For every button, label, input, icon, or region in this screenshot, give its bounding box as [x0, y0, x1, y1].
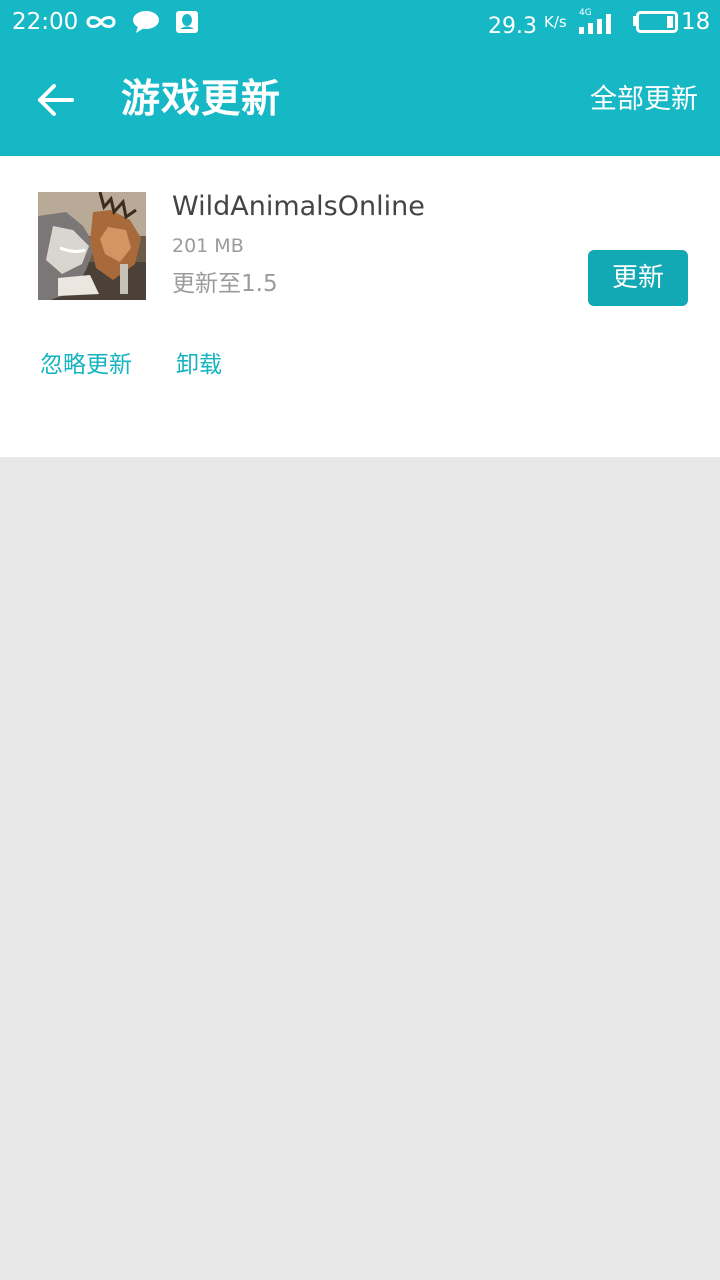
update-all-button[interactable]: 全部更新 [590, 81, 698, 119]
message-bubble-icon [133, 11, 159, 33]
uninstall-button[interactable]: 卸载 [176, 349, 222, 381]
infinity-icon [86, 16, 116, 28]
app-name: WildAnimalsOnline [172, 191, 425, 222]
back-arrow-icon[interactable] [26, 72, 82, 128]
battery-icon [633, 11, 678, 33]
network-speed-value: 29.3 [488, 14, 537, 39]
ignore-update-button[interactable]: 忽略更新 [40, 349, 132, 381]
wild-animals-online-app-icon[interactable] [38, 192, 146, 300]
signal-icon [579, 14, 611, 34]
update-version: 更新至1.5 [172, 271, 278, 297]
update-item-card: WildAnimalsOnline 201 MB 更新至1.5 更新 忽略更新 … [0, 156, 720, 457]
page-title: 游戏更新 [121, 77, 282, 122]
app-size: 201 MB [172, 235, 244, 257]
network-speed: 29.3 K/s [488, 8, 567, 41]
status-time: 22:00 [12, 9, 79, 35]
status-bar: 22:00 29.3 K/s 4G 18 [0, 0, 720, 44]
game-updates-screen: 22:00 29.3 K/s 4G 18 游戏更新 全部更新 WildAnima… [0, 0, 720, 1280]
battery-level: 18 [681, 9, 711, 35]
qq-icon [176, 11, 198, 33]
app-bar: 游戏更新 全部更新 [0, 44, 720, 156]
network-speed-unit: K/s [543, 13, 567, 31]
update-button[interactable]: 更新 [588, 250, 688, 306]
